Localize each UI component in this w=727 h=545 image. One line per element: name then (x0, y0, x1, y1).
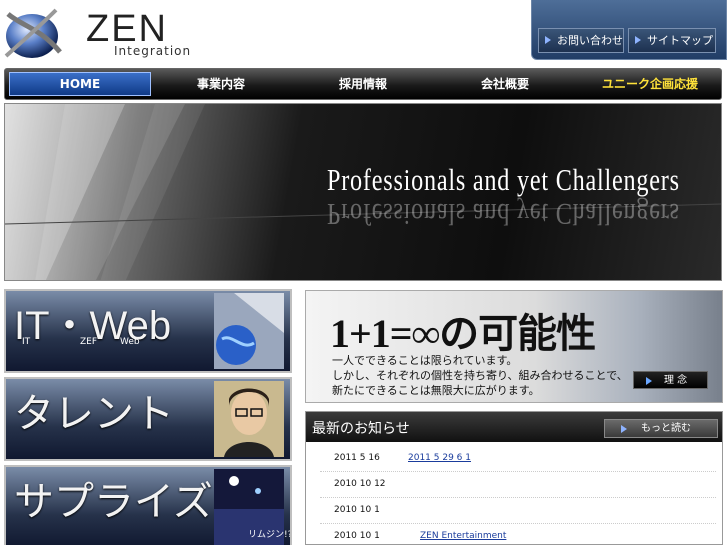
tile-surprise-title: サプライズ (14, 480, 213, 524)
globe-keyboard-image (214, 293, 284, 369)
page: ZEN Integration お問い合わせ サイトマップ HOME 事業内容 … (0, 0, 727, 545)
tile-it-web[interactable]: IT・Web IT ZEF Web (4, 289, 292, 373)
brand-name: ZEN (86, 8, 168, 50)
zen-logo-icon[interactable] (2, 4, 62, 64)
news-more-label: もっと読む (641, 423, 691, 434)
tile-surprise[interactable]: サプライズ リムジン!? (4, 465, 292, 545)
concept-line-2: しかし、それぞれの個性を持ち寄り、組み合わせることで、 (332, 369, 628, 382)
tile-talent[interactable]: タレント (4, 377, 292, 461)
philosophy-label: 理 念 (664, 375, 688, 386)
news-date: 2010 10 12 (334, 479, 386, 489)
utility-box: お問い合わせ サイトマップ (531, 0, 727, 60)
news-date: 2010 10 1 (334, 505, 380, 515)
main-nav: HOME 事業内容 採用情報 会社概要 ユニーク企画応援 (4, 68, 722, 100)
news-row: 2010 10 1 (320, 498, 716, 524)
tile-it-web-sub-it: IT (22, 337, 31, 347)
nav-recruit[interactable]: 採用情報 (297, 69, 429, 99)
arrow-right-icon (545, 36, 551, 44)
hero-title-reflection: Professionals and yet Challengers (327, 197, 680, 232)
news-header: 最新のお知らせ もっと読む (306, 412, 722, 442)
concept-body: 一人でできることは限られています。 しかし、それぞれの個性を持ち寄り、組み合わせ… (332, 353, 628, 398)
news-row: 2010 10 12 (320, 472, 716, 498)
site-header: ZEN Integration お問い合わせ サイトマップ (0, 0, 727, 68)
news-link[interactable]: 2011 5 29 6 1 (408, 453, 471, 463)
news-panel: 最新のお知らせ もっと読む 2011 5 16 2011 5 29 6 1 20… (305, 411, 723, 545)
news-title: 最新のお知らせ (312, 421, 410, 437)
news-date: 2011 5 16 (334, 453, 380, 463)
brand-subtitle: Integration (114, 44, 192, 58)
nav-unique-project[interactable]: ユニーク企画応援 (581, 69, 719, 99)
contact-label: お問い合わせ (557, 34, 623, 47)
nav-company[interactable]: 会社概要 (439, 69, 571, 99)
concept-title: 1+1=∞の可能性 (330, 311, 596, 356)
philosophy-button[interactable]: 理 念 (633, 371, 708, 389)
concept-line-1: 一人でできることは限られています。 (332, 354, 518, 367)
tile-it-web-sub-zef: ZEF (80, 337, 98, 347)
news-row: 2011 5 16 2011 5 29 6 1 (320, 446, 716, 472)
arrow-right-icon (621, 425, 627, 433)
news-link[interactable]: ZEN Entertainment (408, 531, 506, 541)
nav-home[interactable]: HOME (9, 72, 151, 96)
tile-it-web-sub-web: Web (120, 337, 140, 347)
nav-business[interactable]: 事業内容 (155, 69, 287, 99)
sitemap-label: サイトマップ (647, 34, 713, 47)
talent-portrait-image (214, 381, 284, 457)
contact-button[interactable]: お問い合わせ (538, 28, 624, 53)
limousine-caption: リムジン!? (248, 530, 292, 540)
arrow-right-icon (646, 377, 652, 385)
concept-line-3: 新たにできることは無限大に広がります。 (332, 384, 540, 397)
concept-panel: 1+1=∞の可能性 一人でできることは限られています。 しかし、それぞれの個性を… (305, 290, 723, 403)
news-more-button[interactable]: もっと読む (604, 419, 718, 438)
arrow-right-icon (635, 36, 641, 44)
news-row: 2010 10 1 ZEN Entertainment (320, 524, 716, 545)
hero-banner: Professionals and yet Challengers Profes… (4, 103, 722, 281)
news-date: 2010 10 1 (334, 531, 380, 541)
sitemap-button[interactable]: サイトマップ (628, 28, 716, 53)
tile-talent-title: タレント (14, 392, 174, 436)
hero-title: Professionals and yet Challengers (327, 162, 680, 197)
